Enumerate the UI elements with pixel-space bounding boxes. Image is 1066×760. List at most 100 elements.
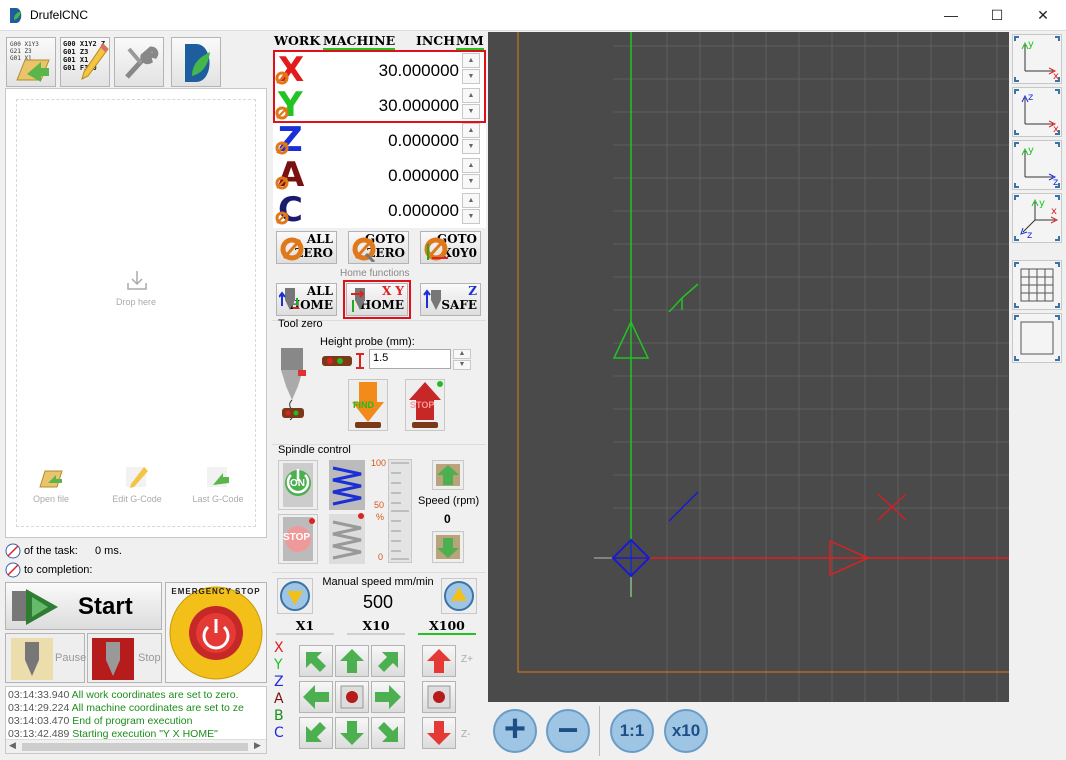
jog-z-stop[interactable] [422, 681, 456, 713]
view-yz-button[interactable]: yz [1012, 140, 1062, 190]
tab-inch[interactable]: INCH [416, 33, 455, 48]
zoom-fit-button[interactable]: 1:1 [610, 709, 654, 753]
pause-button[interactable]: Pause [5, 633, 86, 683]
minimize-icon[interactable]: — [928, 0, 974, 31]
zoom-out-button[interactable]: − [546, 709, 590, 753]
log-panel[interactable]: 03:14:33.940 All work coordinates are se… [5, 686, 267, 754]
start-button[interactable]: Start [5, 582, 162, 630]
open-file-shortcut[interactable]: Open file [26, 465, 76, 504]
svg-text:x: x [1053, 71, 1059, 82]
axis-c-spinner[interactable]: ▲ ▼ [462, 192, 482, 226]
toolpath-canvas[interactable] [488, 32, 1009, 702]
axis-a-spinner[interactable]: ▲ ▼ [462, 157, 482, 191]
scroll-thumb[interactable] [22, 743, 248, 751]
scroll-right-icon[interactable]: ▶ [254, 740, 261, 751]
increment-icon[interactable]: ▲ [453, 349, 471, 359]
zero-z-icon[interactable] [275, 141, 289, 155]
open-file-button[interactable]: G00 X1Y3 G21 Z3 G01 X1 [6, 37, 56, 87]
spindle-on-button[interactable]: ON [278, 460, 318, 510]
edit-gcode-button[interactable]: G00 X1Y2 Z G01 Z3 G01 X1 G01 F300 [60, 37, 110, 87]
emergency-stop-button[interactable]: EMERGENCY STOP [165, 582, 267, 683]
speed-increase-button[interactable] [432, 460, 464, 490]
emergency-label: EMERGENCY STOP [171, 587, 261, 596]
zoom-in-button[interactable]: + [493, 709, 537, 753]
tab-mm[interactable]: MM [456, 33, 484, 50]
log-line: 03:14:33.940 All work coordinates are se… [8, 689, 239, 701]
arrow-up-red-icon [427, 649, 451, 673]
x-toolpath-mark [877, 493, 907, 521]
goto-x0y0-button[interactable]: GOTO X0Y0 [420, 231, 481, 264]
view-xz-icon: zx [1014, 89, 1060, 135]
drop-zone[interactable] [16, 99, 256, 527]
svg-text:x: x [1051, 206, 1057, 217]
decrement-icon[interactable]: ▼ [462, 139, 480, 154]
axis-a-value[interactable]: 0.000000 [309, 166, 459, 186]
view-xy-button[interactable]: yx [1012, 34, 1062, 84]
maximize-icon[interactable]: ☐ [974, 0, 1020, 31]
height-probe-input[interactable]: 1.5 [369, 349, 451, 369]
scroll-left-icon[interactable]: ◀ [9, 740, 16, 751]
axis-c-value[interactable]: 0.000000 [309, 201, 459, 221]
zoom-x10-button[interactable]: x10 [664, 709, 708, 753]
start-label: Start [78, 593, 133, 620]
speed-up-preset-button[interactable] [441, 578, 477, 614]
completion-label: to completion: [24, 564, 93, 576]
increment-icon[interactable]: ▲ [462, 123, 480, 138]
zero-a-icon[interactable] [275, 176, 289, 190]
view-3d-button[interactable]: yx z [1012, 193, 1062, 243]
goto-zero-button[interactable]: GOTO ZERO [348, 231, 409, 264]
axis-z-spinner[interactable]: ▲ ▼ [462, 122, 482, 156]
jog-x-minus[interactable] [299, 681, 333, 713]
svg-text:y: y [1028, 39, 1034, 50]
jog-x-plus-y-plus[interactable] [371, 645, 405, 677]
jog-z-minus[interactable] [422, 717, 456, 749]
view-xz-button[interactable]: zx [1012, 87, 1062, 137]
manual-speed-value[interactable]: 500 [320, 592, 436, 613]
about-button[interactable] [171, 37, 221, 87]
jog-x-plus[interactable] [371, 681, 405, 713]
close-icon[interactable]: ✕ [1020, 0, 1066, 31]
all-home-button[interactable]: ALL HOME [276, 283, 337, 316]
edit-gcode-shortcut[interactable]: Edit G-Code [102, 465, 172, 504]
grid-toggle-button[interactable] [1012, 260, 1062, 310]
z-safe-button[interactable]: Z SAFE [420, 283, 481, 316]
frame-toggle-button[interactable] [1012, 313, 1062, 363]
all-zero-button[interactable]: ALL ZERO [276, 231, 337, 264]
log-scrollbar[interactable]: ◀ ▶ [6, 739, 266, 753]
probe-stop-button[interactable]: STOP [405, 379, 445, 431]
jog-x-minus-y-minus[interactable] [299, 717, 333, 749]
increment-icon[interactable]: ▲ [462, 193, 480, 208]
speed-decrease-button[interactable] [432, 531, 464, 563]
stop-button[interactable]: Stop [87, 633, 162, 683]
z-safe-icon [423, 289, 441, 310]
jog-letter-b: B [274, 708, 284, 724]
last-gcode-shortcut[interactable]: Last G-Code [188, 465, 248, 504]
jog-x-minus-y-plus[interactable] [299, 645, 333, 677]
jog-y-minus[interactable] [335, 717, 369, 749]
tab-work[interactable]: WORK [274, 33, 320, 48]
zero-symbol-icon [280, 237, 304, 261]
tab-machine[interactable]: MACHINE [323, 33, 396, 50]
file-panel[interactable]: Drop here Open file Edit G-Code Last G-C… [5, 88, 267, 538]
decrement-icon[interactable]: ▼ [462, 209, 480, 224]
decrement-icon[interactable]: ▼ [453, 360, 471, 370]
task-time-icon [5, 543, 21, 559]
zero-c-icon[interactable] [275, 211, 289, 225]
probe-stop-label: STOP [410, 400, 435, 410]
increment-icon[interactable]: ▲ [462, 158, 480, 173]
step-x100[interactable]: X100 [418, 618, 476, 635]
jog-y-plus[interactable] [335, 645, 369, 677]
spindle-stop-button[interactable]: STOP [278, 514, 318, 564]
jog-x-plus-y-minus[interactable] [371, 717, 405, 749]
jog-stop[interactable] [335, 681, 369, 713]
speed-down-preset-button[interactable] [277, 578, 313, 614]
height-probe-spinner[interactable]: ▲ ▼ [453, 348, 473, 370]
axis-z-value[interactable]: 0.000000 [309, 131, 459, 151]
jog-z-plus[interactable] [422, 645, 456, 677]
settings-button[interactable] [114, 37, 164, 87]
z-plus-label: Z+ [461, 654, 473, 665]
step-x10[interactable]: X10 [347, 618, 405, 635]
step-x1[interactable]: X1 [276, 618, 334, 635]
decrement-icon[interactable]: ▼ [462, 174, 480, 189]
find-button[interactable]: FIND [348, 379, 388, 431]
